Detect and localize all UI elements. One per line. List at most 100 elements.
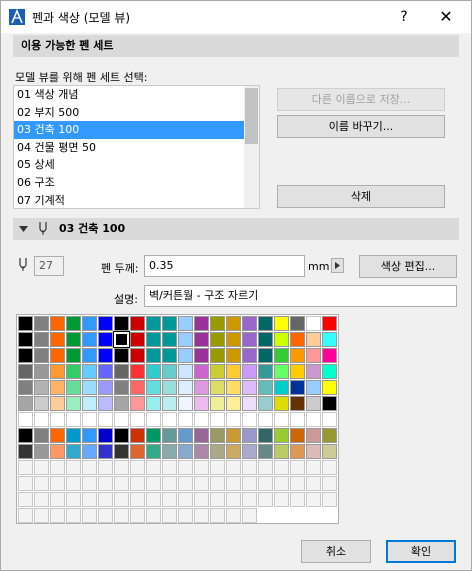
pen-swatch[interactable]	[210, 348, 225, 363]
pen-swatch[interactable]	[194, 444, 209, 459]
pen-swatch[interactable]	[274, 316, 289, 331]
pen-swatch[interactable]	[34, 380, 49, 395]
pen-swatch[interactable]	[210, 492, 225, 507]
pen-swatch[interactable]	[194, 364, 209, 379]
pen-swatch[interactable]	[258, 412, 273, 427]
penset-list-item[interactable]: 01 색상 개념	[14, 86, 245, 104]
pen-swatch[interactable]	[258, 332, 273, 347]
pen-swatch[interactable]	[194, 476, 209, 491]
delete-button[interactable]: 삭제	[277, 185, 445, 208]
pen-swatch[interactable]	[114, 380, 129, 395]
pen-swatch[interactable]	[18, 428, 33, 443]
pen-swatch[interactable]	[162, 332, 177, 347]
pen-swatch[interactable]	[98, 332, 113, 347]
pen-swatch[interactable]	[290, 412, 305, 427]
pen-swatch[interactable]	[98, 348, 113, 363]
pen-swatch[interactable]	[130, 492, 145, 507]
pen-swatch-selected[interactable]	[113, 331, 130, 348]
pen-swatch[interactable]	[162, 348, 177, 363]
pen-swatch[interactable]	[258, 476, 273, 491]
pen-swatch[interactable]	[178, 492, 193, 507]
pen-swatch[interactable]	[130, 380, 145, 395]
close-button[interactable]: ✕	[429, 5, 463, 29]
pen-swatch[interactable]	[146, 332, 161, 347]
pen-swatch[interactable]	[226, 316, 241, 331]
scroll-thumb[interactable]	[245, 88, 258, 144]
penset-list-item[interactable]: 05 상세	[14, 156, 245, 174]
pen-swatch[interactable]	[66, 412, 81, 427]
pen-swatch[interactable]	[210, 364, 225, 379]
pen-swatch[interactable]	[98, 364, 113, 379]
pen-swatch[interactable]	[66, 380, 81, 395]
pen-swatch[interactable]	[306, 364, 321, 379]
pen-swatch[interactable]	[18, 316, 33, 331]
pen-swatch[interactable]	[210, 460, 225, 475]
pen-swatch[interactable]	[210, 508, 225, 523]
pen-swatch[interactable]	[162, 380, 177, 395]
pen-swatch[interactable]	[98, 444, 113, 459]
pen-swatch[interactable]	[258, 460, 273, 475]
pen-swatch[interactable]	[114, 460, 129, 475]
pen-swatch[interactable]	[194, 508, 209, 523]
pen-swatch[interactable]	[194, 380, 209, 395]
pen-swatch[interactable]	[242, 476, 257, 491]
pen-swatch[interactable]	[178, 380, 193, 395]
pen-swatch[interactable]	[274, 332, 289, 347]
pen-swatch[interactable]	[322, 396, 337, 411]
pen-swatch[interactable]	[210, 444, 225, 459]
pen-swatch[interactable]	[258, 428, 273, 443]
pen-swatch[interactable]	[98, 492, 113, 507]
pen-swatch[interactable]	[306, 460, 321, 475]
pen-swatch[interactable]	[18, 508, 33, 523]
penset-list-item[interactable]: 02 부지 500	[14, 104, 245, 122]
pen-swatch[interactable]	[66, 508, 81, 523]
pen-swatch[interactable]	[226, 396, 241, 411]
pen-swatch[interactable]	[258, 380, 273, 395]
pen-swatch[interactable]	[146, 364, 161, 379]
pen-swatch[interactable]	[242, 508, 257, 523]
pen-swatch[interactable]	[50, 396, 65, 411]
pen-swatch[interactable]	[82, 460, 97, 475]
cancel-button[interactable]: 취소	[301, 540, 371, 563]
pen-swatch[interactable]	[290, 380, 305, 395]
pen-swatch[interactable]	[66, 428, 81, 443]
pen-swatch[interactable]	[50, 508, 65, 523]
pen-swatch[interactable]	[130, 348, 145, 363]
pen-swatch[interactable]	[290, 476, 305, 491]
pen-swatch[interactable]	[322, 460, 337, 475]
pen-swatch[interactable]	[18, 380, 33, 395]
penset-list-item[interactable]: 03 건축 100	[14, 121, 245, 139]
pen-swatch[interactable]	[322, 444, 337, 459]
pen-swatch[interactable]	[66, 348, 81, 363]
pen-swatch[interactable]	[162, 364, 177, 379]
pen-swatch[interactable]	[82, 332, 97, 347]
pen-swatch[interactable]	[50, 332, 65, 347]
pen-swatch[interactable]	[66, 332, 81, 347]
pen-swatch[interactable]	[162, 444, 177, 459]
pen-swatch[interactable]	[146, 460, 161, 475]
pen-swatch[interactable]	[258, 316, 273, 331]
pen-swatch[interactable]	[194, 412, 209, 427]
pen-swatch[interactable]	[82, 380, 97, 395]
pen-swatch[interactable]	[34, 396, 49, 411]
pen-swatch[interactable]	[82, 444, 97, 459]
pen-swatch[interactable]	[306, 380, 321, 395]
unit-arrow-icon[interactable]	[331, 258, 344, 273]
pen-swatch[interactable]	[274, 412, 289, 427]
pen-swatch[interactable]	[242, 332, 257, 347]
pen-swatch[interactable]	[258, 492, 273, 507]
pen-swatch[interactable]	[210, 428, 225, 443]
pen-swatch[interactable]	[306, 396, 321, 411]
pen-swatch[interactable]	[322, 332, 337, 347]
pen-swatch[interactable]	[226, 428, 241, 443]
pen-swatch[interactable]	[130, 332, 145, 347]
pen-swatch[interactable]	[242, 348, 257, 363]
pen-swatch[interactable]	[34, 508, 49, 523]
pen-swatch[interactable]	[50, 460, 65, 475]
pen-swatch[interactable]	[226, 460, 241, 475]
pen-swatch[interactable]	[162, 476, 177, 491]
pen-swatch[interactable]	[34, 332, 49, 347]
pen-swatch[interactable]	[306, 492, 321, 507]
pen-swatch[interactable]	[322, 348, 337, 363]
pen-swatch[interactable]	[226, 332, 241, 347]
